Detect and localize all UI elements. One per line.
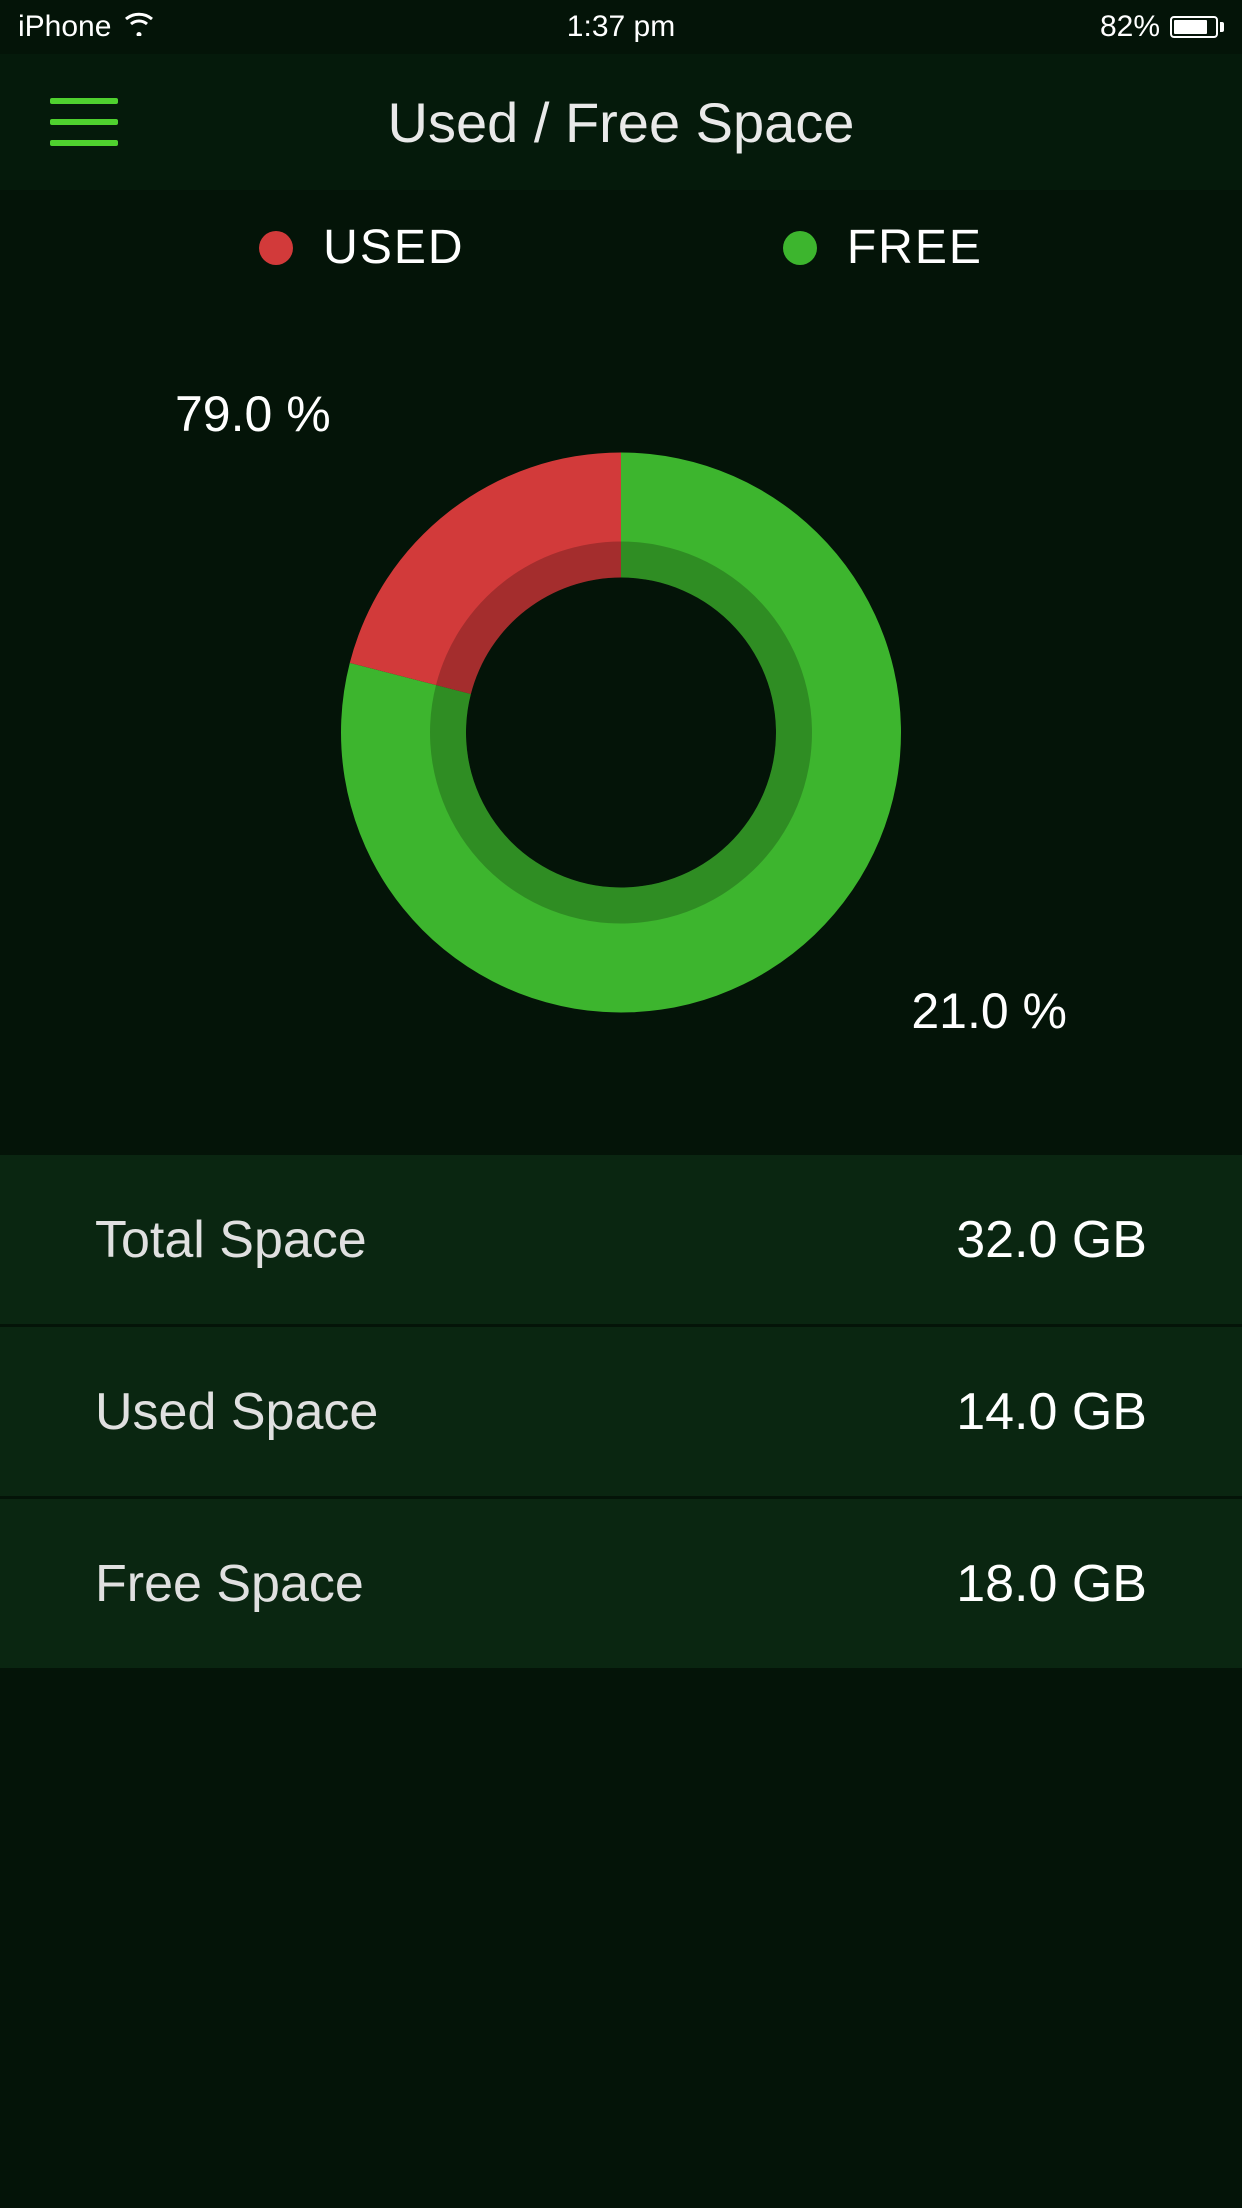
stat-used-space: Used Space 14.0 GB bbox=[0, 1327, 1242, 1499]
legend-free: FREE bbox=[783, 220, 983, 275]
legend-free-dot bbox=[783, 231, 817, 265]
stats-list: Total Space 32.0 GB Used Space 14.0 GB F… bbox=[0, 1155, 1242, 1671]
stat-total-space: Total Space 32.0 GB bbox=[0, 1155, 1242, 1327]
stat-label: Total Space bbox=[95, 1210, 367, 1270]
stat-value: 18.0 GB bbox=[956, 1554, 1147, 1614]
stat-value: 32.0 GB bbox=[956, 1210, 1147, 1270]
chart-area: 79.0 % 21.0 % bbox=[0, 315, 1242, 1155]
status-right: 82% bbox=[1100, 10, 1224, 44]
nav-bar: Used / Free Space bbox=[0, 54, 1242, 190]
stat-value: 14.0 GB bbox=[956, 1382, 1147, 1442]
stat-free-space: Free Space 18.0 GB bbox=[0, 1499, 1242, 1671]
stat-label: Used Space bbox=[95, 1382, 378, 1442]
battery-pct-label: 82% bbox=[1100, 10, 1160, 44]
legend-free-label: FREE bbox=[847, 220, 983, 275]
legend-used: USED bbox=[259, 220, 464, 275]
legend-used-label: USED bbox=[323, 220, 464, 275]
chart-label-used: 21.0 % bbox=[911, 982, 1067, 1040]
battery-icon bbox=[1170, 16, 1224, 38]
donut-chart bbox=[331, 443, 911, 1028]
stat-label: Free Space bbox=[95, 1554, 364, 1614]
legend-used-dot bbox=[259, 231, 293, 265]
page-title: Used / Free Space bbox=[388, 90, 855, 155]
menu-icon[interactable] bbox=[50, 98, 118, 146]
status-bar: iPhone 1:37 pm 82% bbox=[0, 0, 1242, 54]
status-time: 1:37 pm bbox=[0, 10, 1242, 44]
chart-label-free: 79.0 % bbox=[175, 385, 331, 443]
chart-legend: USED FREE bbox=[0, 190, 1242, 315]
